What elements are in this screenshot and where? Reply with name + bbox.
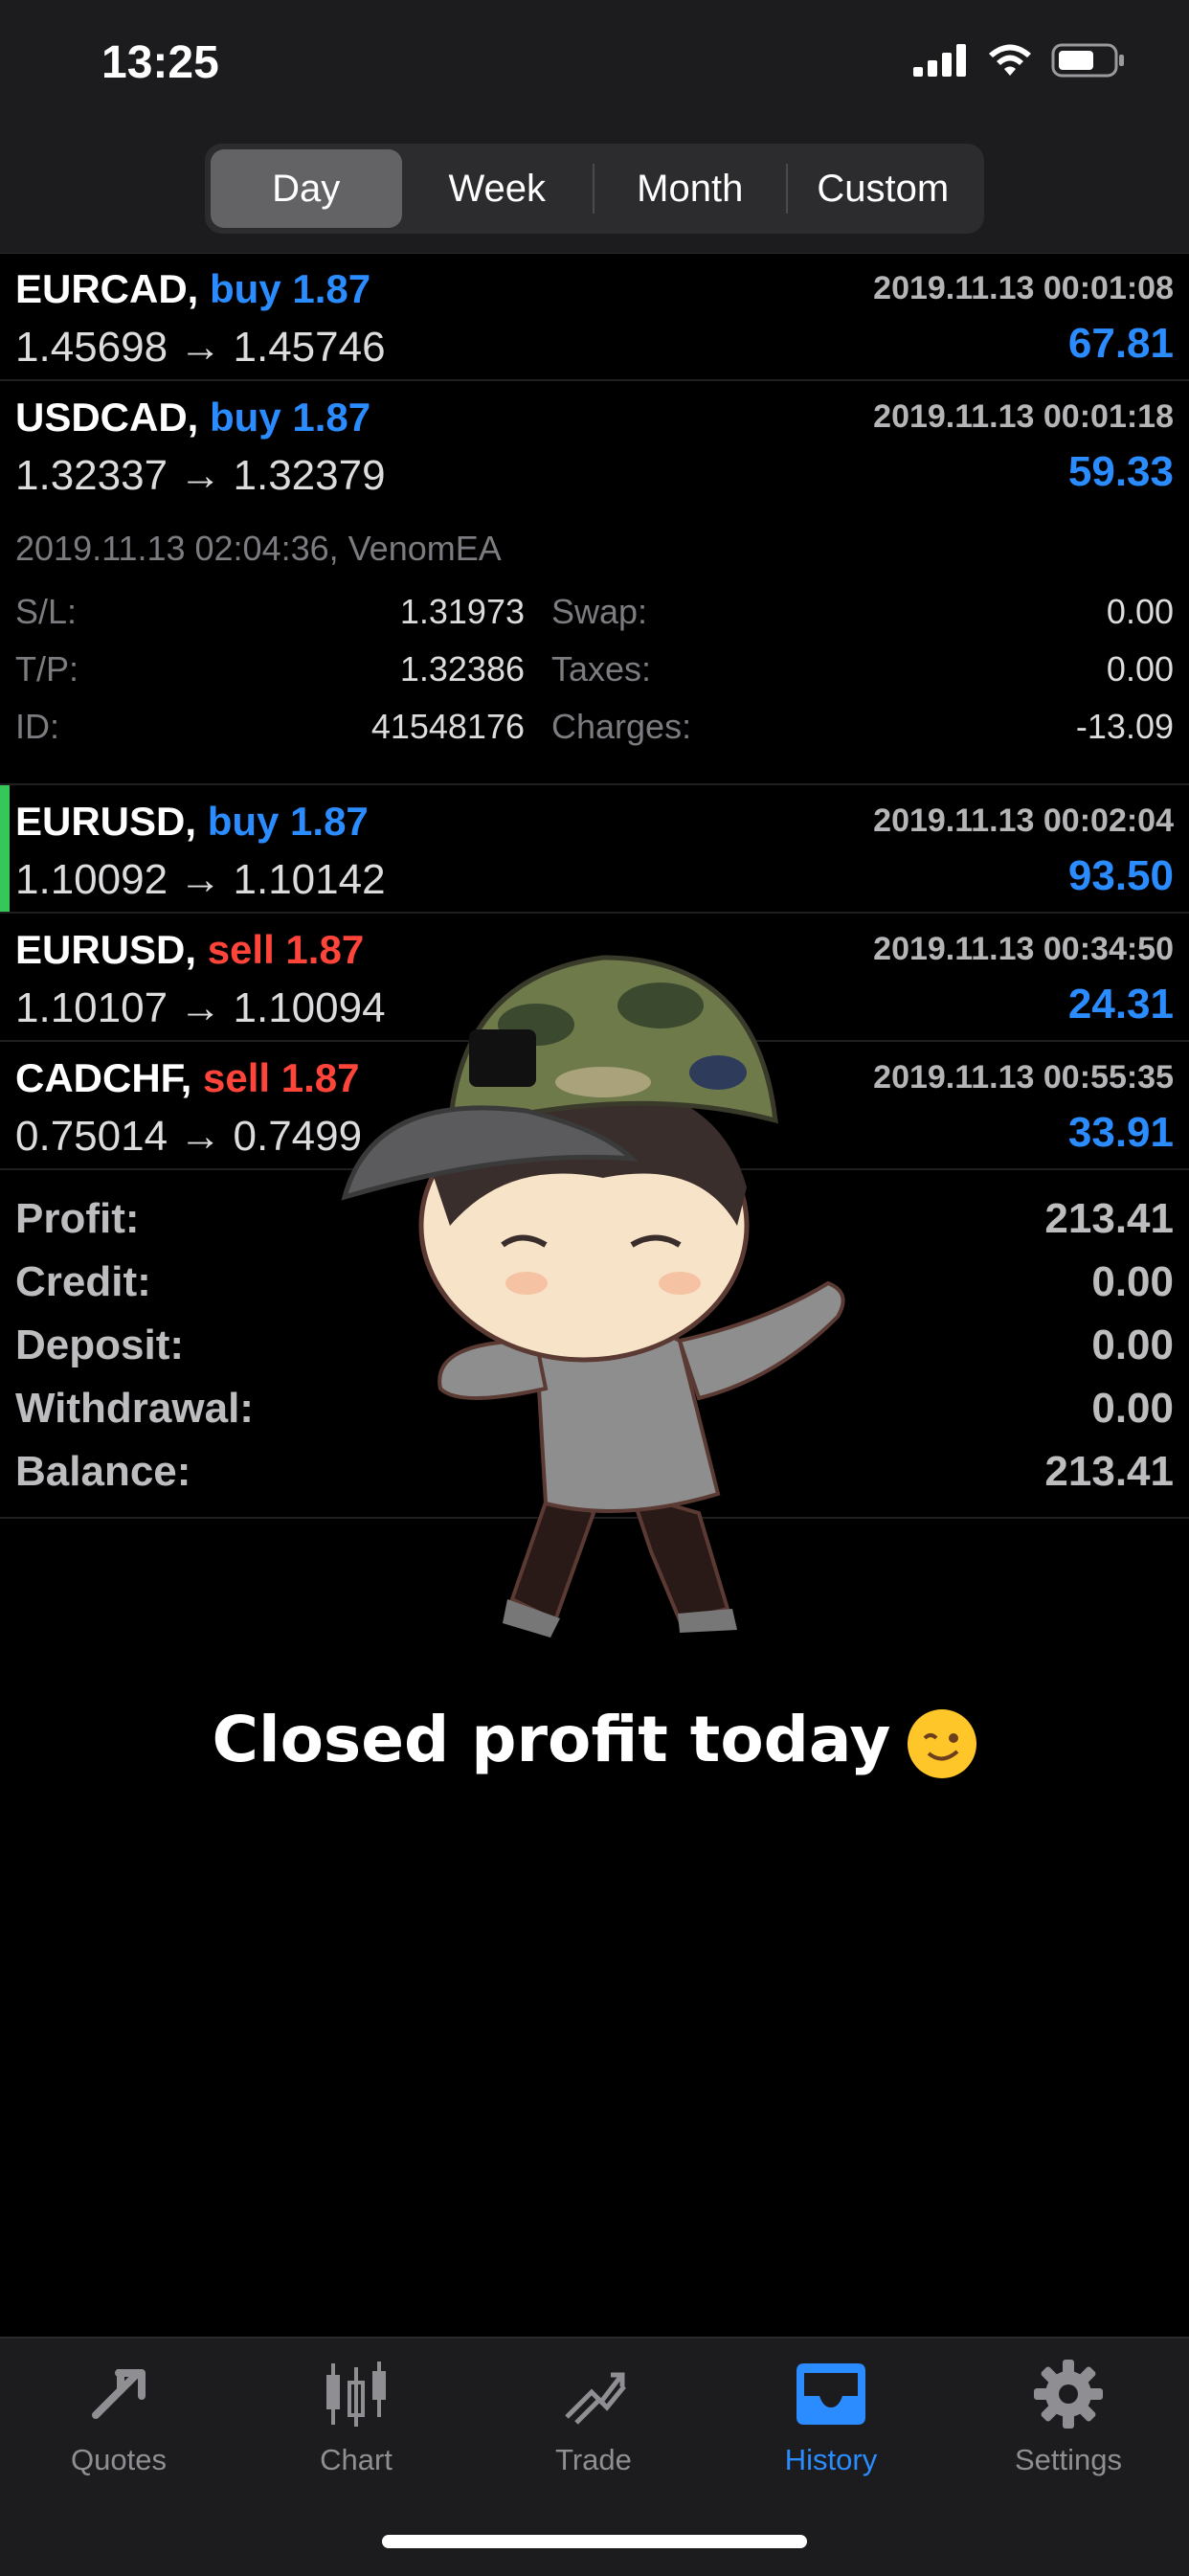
tab-trade-label: Trade — [555, 2443, 632, 2476]
trade-close-info: 2019.11.13 02:04:36, VenomEA — [15, 529, 502, 568]
symbol-name: EURCAD, — [15, 266, 199, 311]
trade-symbol: USDCAD, buy 1.87 — [15, 395, 370, 441]
tab-chart[interactable]: Chart — [237, 2358, 475, 2477]
summary-withdrawal-label: Withdrawal: — [15, 1385, 254, 1432]
quotes-icon — [92, 2369, 146, 2419]
wifi-icon — [989, 44, 1031, 76]
winking-face-emoji-icon — [908, 1708, 977, 1778]
gear-icon — [1034, 2360, 1103, 2429]
tab-quotes[interactable]: Quotes — [0, 2358, 237, 2477]
trade-profit: 24.31 — [1067, 981, 1174, 1028]
home-indicator[interactable] — [382, 2535, 807, 2548]
trade-details-panel: 2019.11.13 02:04:36, VenomEA S/L: 1.3197… — [0, 511, 1189, 785]
trade-symbol: EURUSD, buy 1.87 — [15, 799, 369, 845]
tab-quotes-label: Quotes — [71, 2443, 167, 2476]
tp-value: 1.32386 — [399, 649, 525, 689]
trade-prices: 1.10092 → 1.10142 — [15, 856, 386, 903]
taxes-value: 0.00 — [1106, 649, 1174, 689]
taxes-label: Taxes: — [551, 649, 652, 689]
dabbing-boy-sticker — [341, 955, 845, 1638]
trade-symbol: CADCHF, sell 1.87 — [15, 1055, 359, 1101]
id-label: ID: — [15, 707, 60, 746]
tab-trade[interactable]: Trade — [475, 2358, 712, 2477]
trade-row[interactable]: EURCAD, buy 1.87 2019.11.13 00:01:08 1.4… — [0, 253, 1189, 381]
status-icons — [913, 42, 1126, 79]
symbol-name: USDCAD, — [15, 395, 199, 440]
segment-week-label: Week — [448, 167, 547, 210]
period-segmented-control[interactable]: Day Week Month Custom — [205, 144, 984, 234]
tab-history[interactable]: History — [712, 2358, 950, 2477]
trade-row[interactable]: USDCAD, buy 1.87 2019.11.13 00:01:18 1.3… — [0, 381, 1189, 509]
summary-balance-label: Balance: — [15, 1448, 191, 1495]
trade-side-volume: buy 1.87 — [207, 799, 369, 844]
trade-symbol: EURUSD, sell 1.87 — [15, 927, 364, 973]
trade-date: 2019.11.13 00:02:04 — [873, 802, 1174, 839]
period-filter-bar: Day Week Month Custom — [0, 134, 1189, 254]
trade-side-volume: buy 1.87 — [210, 395, 371, 440]
summary-profit-label: Profit: — [15, 1195, 140, 1242]
trade-date: 2019.11.13 00:01:08 — [873, 270, 1174, 306]
chart-icon — [326, 2361, 386, 2427]
overlay-caption: Closed profit today — [0, 1703, 1189, 1778]
segment-custom-label: Custom — [817, 167, 950, 210]
symbol-name: EURUSD, — [15, 927, 197, 972]
charges-label: Charges: — [551, 707, 692, 746]
trade-date: 2019.11.13 00:01:18 — [873, 398, 1174, 435]
segment-day[interactable]: Day — [211, 149, 402, 228]
segment-day-label: Day — [272, 167, 341, 210]
id-value: 41548176 — [370, 707, 525, 746]
status-time: 13:25 — [101, 37, 219, 88]
summary-credit-label: Credit: — [15, 1258, 151, 1305]
segment-week[interactable]: Week — [402, 149, 594, 228]
trade-profit: 93.50 — [1067, 852, 1174, 899]
trade-side-volume: buy 1.87 — [210, 266, 371, 311]
swap-label: Swap: — [551, 592, 648, 631]
charges-value: -13.09 — [1075, 707, 1174, 746]
segment-month-label: Month — [637, 167, 744, 210]
tab-chart-label: Chart — [320, 2443, 393, 2476]
battery-icon — [1051, 43, 1124, 78]
symbol-name: CADCHF, — [15, 1055, 192, 1100]
swap-value: 0.00 — [1106, 592, 1174, 631]
summary-deposit-value: 0.00 — [1091, 1322, 1174, 1368]
trade-prices: 0.75014 → 0.7499 — [15, 1113, 363, 1160]
caption-text: Closed profit today — [212, 1703, 891, 1776]
trade-profit: 59.33 — [1067, 448, 1174, 495]
tab-history-label: History — [784, 2443, 878, 2476]
trade-symbol: EURCAD, buy 1.87 — [15, 266, 370, 312]
tab-settings-label: Settings — [1014, 2443, 1122, 2476]
trade-profit: 33.91 — [1067, 1109, 1174, 1156]
trade-prices: 1.32337 → 1.32379 — [15, 452, 386, 499]
trade-row[interactable]: EURUSD, buy 1.87 2019.11.13 00:02:04 1.1… — [0, 785, 1189, 914]
segment-custom[interactable]: Custom — [788, 149, 979, 228]
symbol-name: EURUSD, — [15, 799, 197, 844]
selected-indicator — [0, 785, 10, 912]
tab-settings[interactable]: Settings — [950, 2358, 1187, 2477]
cellular-signal-icon — [913, 44, 966, 77]
sl-value: 1.31973 — [399, 592, 525, 631]
sl-label: S/L: — [15, 592, 78, 631]
segment-month[interactable]: Month — [594, 149, 786, 228]
status-bar: 13:25 — [0, 0, 1189, 134]
summary-deposit-label: Deposit: — [15, 1322, 184, 1368]
tp-label: T/P: — [15, 649, 79, 689]
summary-credit-value: 0.00 — [1091, 1258, 1174, 1305]
summary-profit-value: 213.41 — [1044, 1195, 1174, 1242]
trade-icon — [565, 2372, 626, 2425]
summary-withdrawal-value: 0.00 — [1091, 1385, 1174, 1432]
history-icon — [796, 2363, 865, 2425]
trade-prices: 1.45698 → 1.45746 — [15, 324, 386, 371]
summary-balance-value: 213.41 — [1044, 1448, 1174, 1495]
trade-profit: 67.81 — [1067, 320, 1174, 367]
